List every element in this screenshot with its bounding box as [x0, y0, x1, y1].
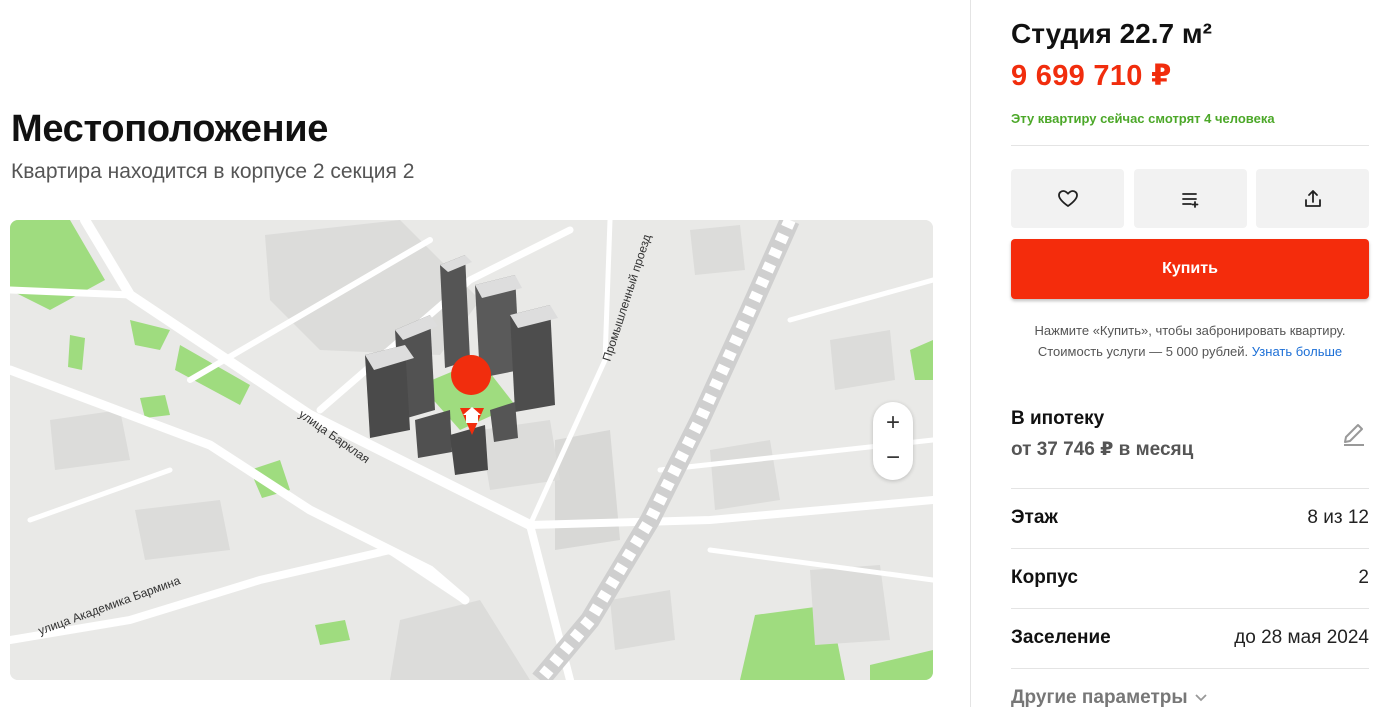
param-label-floor: Этаж: [1011, 507, 1058, 528]
column-divider: [970, 0, 971, 707]
flat-title: Студия 22.7 м²: [1011, 18, 1212, 49]
park-area: [68, 335, 85, 370]
listing-panel: Студия 22.7 м² 9 699 710 ₽ Эту квартиру …: [1011, 0, 1369, 707]
hint-text: Стоимость услуги — 5 000 рублей.: [1037, 344, 1249, 359]
param-value-move-in: до 28 мая 2024: [1234, 627, 1369, 648]
building-block: [50, 410, 130, 470]
hint-line: Нажмите «Купить», чтобы забронировать кв…: [1034, 323, 1346, 338]
building-block: [690, 225, 745, 275]
section-title: Местоположение: [11, 108, 329, 150]
more-params-label: Другие параметры: [1011, 687, 1188, 707]
favorite-button[interactable]: [1011, 169, 1124, 228]
mortgage-monthly: от 37 746 ₽ в месяц: [1011, 439, 1194, 460]
watching-notice: Эту квартиру сейчас смотрят 4 человека: [1011, 111, 1275, 126]
building-block: [710, 440, 780, 510]
pencil-icon[interactable]: [1341, 421, 1367, 447]
building-block: [610, 590, 675, 650]
compare-list-icon: [1181, 192, 1198, 208]
mortgage-title: В ипотеку: [1011, 408, 1105, 429]
building-block: [830, 330, 895, 390]
param-value-floor: 8 из 12: [1307, 507, 1369, 528]
building-block: [810, 565, 890, 645]
divider: [1011, 145, 1369, 146]
param-value-building: 2: [1358, 567, 1369, 588]
zoom-in-button[interactable]: +: [873, 405, 913, 441]
share-button[interactable]: [1256, 169, 1369, 228]
share-icon: [1304, 189, 1321, 207]
section-subtitle: Квартира находится в корпусе 2 секция 2: [11, 160, 415, 183]
divider: [1011, 608, 1369, 609]
divider: [1011, 548, 1369, 549]
divider: [1011, 488, 1369, 489]
divider: [1011, 668, 1369, 669]
zoom-out-button[interactable]: −: [873, 440, 913, 476]
learn-more-link[interactable]: Узнать больше: [1252, 344, 1342, 359]
param-label-move-in: Заселение: [1011, 627, 1111, 648]
building-block: [135, 500, 230, 560]
compare-button[interactable]: [1134, 169, 1247, 228]
location-map[interactable]: улица Барклая Промышленный проезд улица …: [10, 220, 933, 680]
param-label-building: Корпус: [1011, 567, 1078, 588]
map-zoom-control: + −: [873, 402, 913, 480]
heart-icon: [1057, 189, 1078, 207]
price: 9 699 710 ₽: [1011, 60, 1172, 92]
park-area: [140, 395, 170, 418]
more-params-toggle[interactable]: Другие параметры: [1011, 687, 1207, 707]
buy-button[interactable]: Купить: [1011, 239, 1369, 299]
map-canvas[interactable]: улица Барклая Промышленный проезд улица …: [10, 220, 933, 680]
hint-line: Стоимость услуги — 5 000 рублей. Узнать …: [1011, 341, 1369, 362]
chevron-down-icon: [1195, 694, 1207, 702]
location-section: Местоположение Квартира находится в корп…: [0, 0, 970, 707]
booking-hint: Нажмите «Купить», чтобы забронировать кв…: [1011, 320, 1369, 362]
